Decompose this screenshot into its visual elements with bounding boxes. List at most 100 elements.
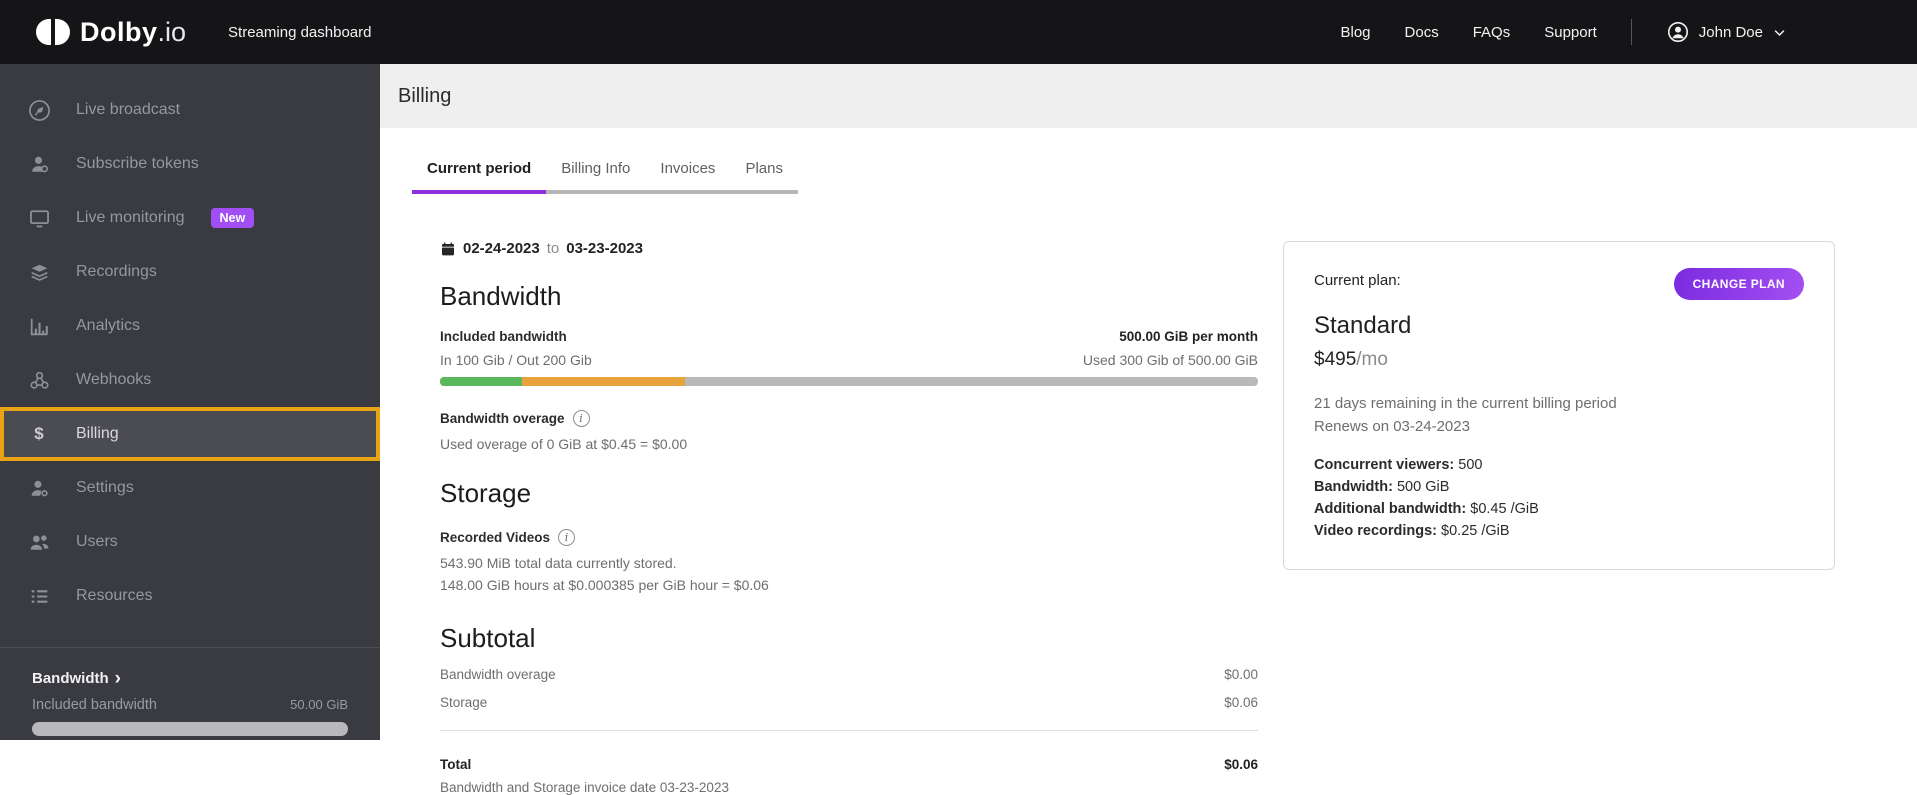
period-separator: to xyxy=(546,240,560,257)
included-bandwidth-label: Included bandwidth xyxy=(440,329,567,344)
person-gear-icon xyxy=(26,475,52,501)
sidebar-item-resources[interactable]: Resources xyxy=(0,569,380,623)
bandwidth-used: Used 300 Gib of 500.00 GiB xyxy=(1082,352,1258,368)
period-start-date: 02-24-2023 xyxy=(463,240,540,257)
billing-tabs: Current period Billing Info Invoices Pla… xyxy=(412,160,798,194)
sidebar-item-label: Recordings xyxy=(76,263,157,280)
included-bandwidth-label: Included bandwidth xyxy=(32,697,157,713)
tab-plans[interactable]: Plans xyxy=(730,160,798,194)
total-row: Total $0.06 xyxy=(440,757,1258,772)
new-badge: New xyxy=(210,208,255,228)
plan-price: $495 xyxy=(1314,349,1357,370)
sidebar-item-label: Users xyxy=(76,533,118,550)
bandwidth-in-segment xyxy=(440,377,522,386)
bandwidth-progressbar xyxy=(440,377,1258,386)
bandwidth-overage-label: Bandwidth overage xyxy=(440,411,565,426)
bandwidth-summary-link[interactable]: Bandwidth › xyxy=(32,667,348,689)
sidebar-item-label: Webhooks xyxy=(76,371,152,388)
chevron-down-icon xyxy=(1772,25,1787,40)
top-nav-links: Blog Docs FAQs Support John Doe xyxy=(1341,19,1788,45)
sidebar-item-settings[interactable]: Settings xyxy=(0,461,380,515)
sidebar-item-label: Settings xyxy=(76,479,134,496)
sidebar-item-recordings[interactable]: Recordings xyxy=(0,245,380,299)
subtotal-row-label: Storage xyxy=(440,695,488,710)
plan-name: Standard xyxy=(1314,312,1412,339)
sidebar-item-billing[interactable]: $ Billing xyxy=(0,407,380,461)
storage-total-line: 543.90 MiB total data currently stored. xyxy=(440,555,677,571)
plan-details: Concurrent viewers: 500 Bandwidth: 500 G… xyxy=(1314,457,1804,539)
bandwidth-overage-detail: Used overage of 0 GiB at $0.45 = $0.00 xyxy=(440,436,688,452)
total-value: $0.06 xyxy=(1224,757,1258,772)
plan-renews-date: Renews on 03-24-2023 xyxy=(1314,418,1470,435)
current-plan-label: Current plan: xyxy=(1314,272,1401,289)
sidebar-item-users[interactable]: Users xyxy=(0,515,380,569)
dolby-double-d-icon xyxy=(36,19,70,45)
billing-period-row: 02-24-2023 to 03-23-2023 xyxy=(440,240,1258,257)
users-icon xyxy=(26,529,52,555)
info-icon[interactable] xyxy=(558,529,576,546)
info-icon[interactable] xyxy=(572,410,590,427)
plan-detail-row: Video recordings: $0.25 /GiB xyxy=(1314,523,1510,539)
sidebar-item-label: Analytics xyxy=(76,317,141,334)
sidebar-item-analytics[interactable]: Analytics xyxy=(0,299,380,353)
plan-detail-row: Additional bandwidth: $0.45 /GiB xyxy=(1314,501,1539,517)
storage-rate-line: 148.00 GiB hours at $0.000385 per GiB ho… xyxy=(440,577,769,593)
invoice-date-note: Bandwidth and Storage invoice date 03-23… xyxy=(440,780,729,795)
bandwidth-in-out: In 100 Gib / Out 200 Gib xyxy=(440,352,592,368)
nav-divider xyxy=(1630,19,1632,45)
brand-name: Dolby xyxy=(80,16,158,47)
bandwidth-summary-title: Bandwidth xyxy=(32,670,109,687)
dollar-icon: $ xyxy=(34,424,44,443)
sidebar-item-live-monitoring[interactable]: Live monitoring New xyxy=(0,191,380,245)
storage-heading: Storage xyxy=(440,478,532,508)
sidebar-nav: Live broadcast Subscribe tokens Live mon… xyxy=(0,64,380,623)
change-plan-button[interactable]: CHANGE PLAN xyxy=(1673,268,1804,300)
bar-chart-icon xyxy=(26,313,52,339)
sidebar-item-live-broadcast[interactable]: Live broadcast xyxy=(0,83,380,137)
bandwidth-heading: Bandwidth xyxy=(440,281,562,311)
total-divider xyxy=(440,730,1258,731)
sidebar-item-subscribe-tokens[interactable]: Subscribe tokens xyxy=(0,137,380,191)
calendar-icon xyxy=(440,241,456,257)
main-content: Current period Billing Info Invoices Pla… xyxy=(380,128,1917,795)
webhooks-icon xyxy=(26,367,52,393)
sidebar-item-webhooks[interactable]: Webhooks xyxy=(0,353,380,407)
sidebar-bandwidth-progressbar xyxy=(32,722,348,736)
subtotal-row-label: Bandwidth overage xyxy=(440,667,556,682)
chevron-right-icon: › xyxy=(114,667,121,689)
sidebar-item-label: Resources xyxy=(76,587,153,604)
billing-detail-column: 02-24-2023 to 03-23-2023 Bandwidth Inclu… xyxy=(440,240,1258,795)
included-bandwidth-value: 50.00 GiB xyxy=(290,697,348,712)
user-menu[interactable]: John Doe xyxy=(1666,20,1787,44)
dolby-logo[interactable]: Dolby.io xyxy=(36,17,186,48)
brand-suffix: .io xyxy=(157,16,187,47)
nav-link-support[interactable]: Support xyxy=(1544,24,1597,41)
nav-link-docs[interactable]: Docs xyxy=(1405,24,1439,41)
sidebar-item-label: Billing xyxy=(76,425,119,442)
monitor-icon xyxy=(26,205,52,231)
subtotal-row-value: $0.00 xyxy=(1224,667,1258,682)
plan-days-remaining: 21 days remaining in the current billing… xyxy=(1314,395,1617,412)
period-end-date: 03-23-2023 xyxy=(566,240,643,257)
nav-link-blog[interactable]: Blog xyxy=(1341,24,1371,41)
sidebar-bandwidth-summary: Bandwidth › Included bandwidth 50.00 GiB… xyxy=(0,648,380,740)
recorded-videos-label: Recorded Videos xyxy=(440,530,551,545)
top-navbar: Dolby.io Streaming dashboard Blog Docs F… xyxy=(0,0,1917,64)
included-bandwidth-quota: 500.00 GiB per month xyxy=(1119,329,1258,344)
sidebar: Live broadcast Subscribe tokens Live mon… xyxy=(0,64,380,740)
layers-icon xyxy=(26,259,52,285)
nav-link-faqs[interactable]: FAQs xyxy=(1473,24,1511,41)
subscriber-icon xyxy=(26,151,52,177)
bandwidth-out-segment xyxy=(521,377,686,386)
sidebar-item-label: Live broadcast xyxy=(76,101,181,118)
user-avatar-icon xyxy=(1666,20,1690,44)
subtotal-heading: Subtotal xyxy=(440,623,536,653)
subtotal-row-value: $0.06 xyxy=(1224,695,1258,710)
tab-current-period[interactable]: Current period xyxy=(412,160,547,194)
page-title: Billing xyxy=(398,84,452,107)
sidebar-item-label: Subscribe tokens xyxy=(76,155,199,172)
tab-invoices[interactable]: Invoices xyxy=(645,160,731,194)
tab-billing-info[interactable]: Billing Info xyxy=(546,160,646,194)
app-title: Streaming dashboard xyxy=(228,23,372,41)
subtotal-row-storage: Storage $0.06 xyxy=(440,695,1258,710)
